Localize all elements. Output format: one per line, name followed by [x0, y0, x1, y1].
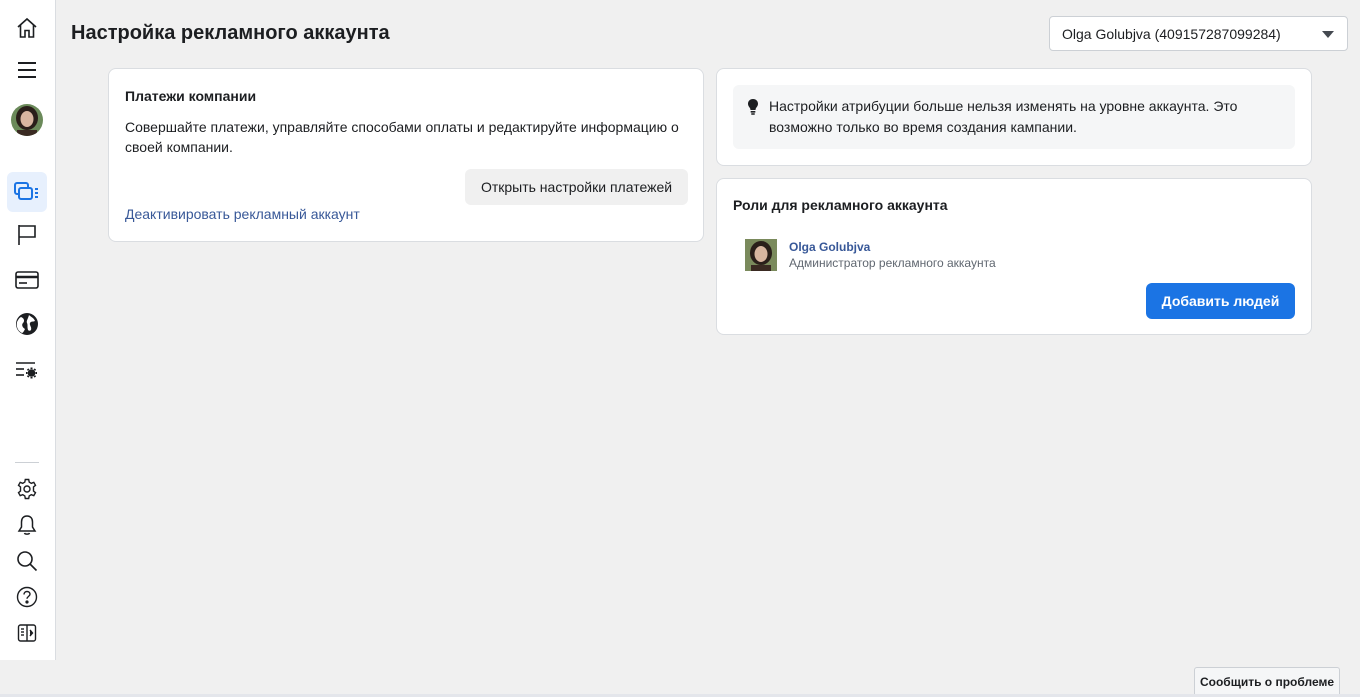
- gear-icon: [17, 478, 37, 500]
- report-problem-button[interactable]: Сообщить о проблеме: [1194, 667, 1340, 695]
- deactivate-account-link[interactable]: Деактивировать рекламный аккаунт: [125, 206, 360, 222]
- role-person-role: Администратор рекламного аккаунта: [789, 256, 996, 270]
- pages-button[interactable]: [7, 215, 47, 255]
- open-payment-settings-button[interactable]: Открыть настройки платежей: [465, 169, 688, 205]
- settings-list-button[interactable]: [7, 350, 47, 390]
- avatar[interactable]: [11, 104, 43, 136]
- home-button[interactable]: [7, 8, 47, 48]
- payments-description: Совершайте платежи, управляйте способами…: [125, 119, 679, 155]
- info-notice: Настройки атрибуции больше нельзя изменя…: [733, 85, 1295, 149]
- sidebar-divider: [15, 462, 39, 463]
- globe-button[interactable]: [7, 304, 47, 344]
- attribution-info-card: Настройки атрибуции больше нельзя изменя…: [716, 68, 1312, 166]
- account-selector-label: Olga Golubjva (409157287099284): [1062, 25, 1281, 42]
- payments-title: Платежи компании: [125, 88, 257, 104]
- roles-title: Роли для рекламного аккаунта: [733, 197, 948, 213]
- payments-card: Платежи компании Совершайте платежи, упр…: [108, 68, 704, 242]
- search-icon: [17, 551, 38, 572]
- credit-card-icon: [15, 271, 39, 289]
- list-settings-icon: [16, 362, 37, 379]
- globe-icon: [16, 313, 38, 335]
- menu-button[interactable]: [7, 50, 47, 90]
- account-selector[interactable]: Olga Golubjva (409157287099284): [1049, 16, 1348, 51]
- lightbulb-icon: [748, 99, 758, 115]
- settings-button[interactable]: [7, 469, 47, 509]
- info-text: Настройки атрибуции больше нельзя изменя…: [769, 98, 1238, 135]
- home-icon: [17, 17, 37, 38]
- bell-icon: [17, 515, 37, 535]
- notifications-button[interactable]: [7, 505, 47, 545]
- search-button[interactable]: [7, 541, 47, 581]
- ads-manager-button[interactable]: [7, 172, 47, 212]
- ads-manager-icon: [14, 182, 38, 200]
- page-title: Настройка рекламного аккаунта: [71, 22, 390, 44]
- sidebar: [0, 0, 56, 660]
- role-person-name-link[interactable]: Olga Golubjva: [789, 240, 870, 254]
- chevron-down-icon: [1322, 31, 1334, 38]
- collapse-panel-icon: [17, 624, 37, 642]
- account-roles-card: Роли для рекламного аккаунта Olga Golubj…: [716, 178, 1312, 335]
- add-people-button[interactable]: Добавить людей: [1146, 283, 1295, 319]
- billing-button[interactable]: [7, 260, 47, 300]
- help-button[interactable]: [7, 577, 47, 617]
- help-icon: [16, 586, 38, 608]
- hamburger-menu-icon: [18, 62, 36, 78]
- collapse-panel-button[interactable]: [7, 613, 47, 653]
- flag-icon: [18, 225, 36, 245]
- avatar: [745, 239, 777, 271]
